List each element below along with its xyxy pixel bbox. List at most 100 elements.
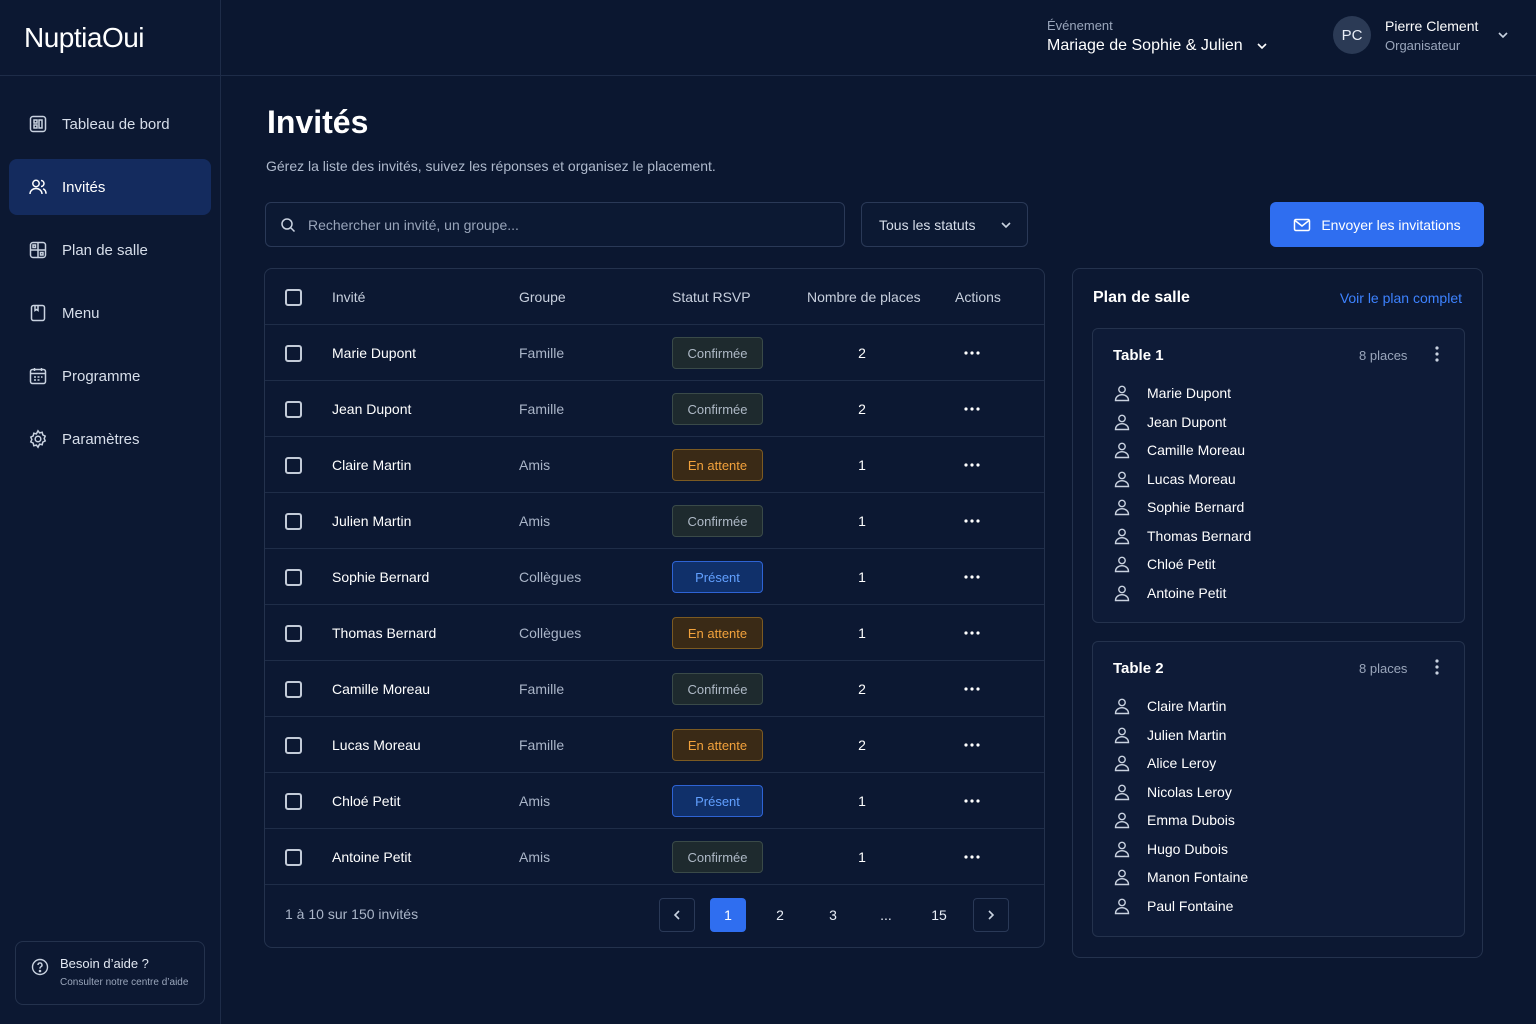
pagination-next-button[interactable] (973, 898, 1009, 932)
search-input[interactable] (308, 216, 808, 233)
rsvp-status-cell: Présent (672, 549, 763, 605)
seated-guest[interactable]: Sophie Bernard (1113, 493, 1244, 521)
table-row[interactable]: Claire Martin Amis En attente 1 (265, 437, 1044, 493)
seated-guest[interactable]: Claire Martin (1113, 692, 1226, 720)
seated-guest[interactable]: Camille Moreau (1113, 436, 1245, 464)
seating-table-card[interactable]: Table 2 8 places Claire Martin Julien Marti… (1092, 641, 1465, 937)
seated-guest[interactable]: Jean Dupont (1113, 408, 1226, 436)
row-actions-cell (955, 661, 987, 717)
seated-guest[interactable]: Nicolas Leroy (1113, 778, 1232, 806)
row-checkbox[interactable] (285, 848, 302, 866)
row-checkbox[interactable] (285, 736, 302, 754)
pagination-page-15[interactable]: 15 (921, 898, 957, 932)
header-places[interactable]: Nombre de places (807, 269, 921, 325)
table-row[interactable]: Jean Dupont Famille Confirmée 2 (265, 381, 1044, 437)
more-options-icon[interactable] (957, 351, 987, 355)
seated-guest[interactable]: Chloé Petit (1113, 550, 1215, 578)
header-checkbox-cell (285, 269, 303, 325)
pagination-page-1[interactable]: 1 (710, 898, 746, 932)
guest-places: 1 (858, 569, 866, 585)
more-options-icon[interactable] (957, 463, 987, 467)
sidebar-item-seating-plan[interactable]: Plan de salle (9, 222, 211, 278)
seated-guest[interactable]: Hugo Dubois (1113, 835, 1228, 863)
seated-guest[interactable]: Marie Dupont (1113, 379, 1231, 407)
table-row[interactable]: Marie Dupont Famille Confirmée 2 (265, 325, 1044, 381)
row-checkbox[interactable] (285, 512, 302, 530)
help-box[interactable]: Besoin d’aide ? Consulter notre centre d… (15, 941, 205, 1005)
page-title: Invités (267, 104, 369, 140)
table-row[interactable]: Chloé Petit Amis Présent 1 (265, 773, 1044, 829)
help-subtitle[interactable]: Consulter notre centre d’aide (60, 977, 204, 988)
table-row[interactable]: Lucas Moreau Famille En attente 2 (265, 717, 1044, 773)
more-options-icon[interactable] (957, 799, 987, 803)
row-checkbox[interactable] (285, 568, 302, 586)
seated-guest[interactable]: Alice Leroy (1113, 749, 1216, 777)
more-options-icon[interactable] (957, 407, 987, 411)
header-status[interactable]: Statut RSVP (672, 269, 751, 325)
seated-guest[interactable]: Antoine Petit (1113, 579, 1226, 607)
guest-group: Amis (519, 849, 551, 865)
table-row[interactable]: Antoine Petit Amis Confirmée 1 (265, 829, 1044, 885)
more-options-icon[interactable] (957, 575, 987, 579)
app-logo[interactable]: NuptiaOui (0, 0, 220, 76)
pagination-page-2[interactable]: 2 (762, 898, 798, 932)
table-row[interactable]: Thomas Bernard Collègues En attente 1 (265, 605, 1044, 661)
chevron-left-icon (673, 910, 680, 920)
seating-table-card[interactable]: Table 1 8 places Marie Dupont Jean Dupont Ca… (1092, 328, 1465, 623)
table-row[interactable]: Sophie Bernard Collègues Présent 1 (265, 549, 1044, 605)
sidebar-item-menu[interactable]: Menu (9, 285, 211, 341)
status-filter-select[interactable]: Tous les statuts (861, 202, 1028, 247)
seated-guest-name: Hugo Dubois (1147, 840, 1228, 857)
more-options-icon[interactable] (957, 687, 987, 691)
row-checkbox[interactable] (285, 456, 302, 474)
more-options-icon[interactable] (957, 855, 987, 859)
search-box[interactable] (265, 202, 845, 247)
row-checkbox[interactable] (285, 680, 302, 698)
row-checkbox[interactable] (285, 400, 302, 418)
header-group[interactable]: Groupe (519, 269, 566, 325)
sidebar: NuptiaOui Tableau de bord Invités Plan d… (0, 0, 221, 1024)
sidebar-item-settings[interactable]: Paramètres (9, 411, 211, 467)
user-role: Organisateur (1385, 37, 1461, 53)
view-full-plan-link[interactable]: Voir le plan complet (1340, 290, 1462, 306)
pagination-count: 1 à 10 sur 150 invités (285, 906, 419, 922)
row-checkbox[interactable] (285, 624, 302, 642)
seated-guest-name: Emma Dubois (1147, 812, 1235, 828)
select-all-checkbox[interactable] (285, 288, 302, 306)
chevron-down-icon (1255, 39, 1269, 53)
seating-plan-title: Plan de salle (1093, 289, 1190, 306)
seated-guest[interactable]: Thomas Bernard (1113, 522, 1251, 550)
row-checkbox[interactable] (285, 792, 302, 810)
seated-guest[interactable]: Manon Fontaine (1113, 863, 1248, 891)
sidebar-item-guests[interactable]: Invités (9, 159, 211, 215)
table-places: 8 places (1359, 661, 1408, 676)
table-row[interactable]: Camille Moreau Famille Confirmée 2 (265, 661, 1044, 717)
seated-guest[interactable]: Lucas Moreau (1113, 465, 1236, 493)
event-selector[interactable]: Événement Mariage de Sophie & Julien (1047, 18, 1269, 55)
sidebar-item-program[interactable]: Programme (9, 348, 211, 404)
more-options-icon[interactable] (957, 743, 987, 747)
send-invitations-button[interactable]: Envoyer les invitations (1270, 202, 1484, 247)
guest-places: 2 (858, 345, 866, 361)
table-footer: 1 à 10 sur 150 invités 1 2 3 ... 15 (265, 883, 1044, 947)
vertical-dots-icon[interactable] (1429, 659, 1445, 677)
seated-guest[interactable]: Julien Martin (1113, 721, 1226, 749)
user-menu[interactable]: PC Pierre Clement Organisateur (1333, 16, 1510, 54)
row-checkbox[interactable] (285, 344, 302, 362)
more-options-icon[interactable] (957, 519, 987, 523)
pagination-prev-button[interactable] (659, 898, 695, 932)
more-options-icon[interactable] (957, 631, 987, 635)
vertical-dots-icon[interactable] (1429, 346, 1445, 364)
sidebar-item-dashboard[interactable]: Tableau de bord (9, 96, 211, 152)
header-guest[interactable]: Invité (332, 269, 365, 325)
seated-guest[interactable]: Paul Fontaine (1113, 892, 1233, 920)
row-actions-cell (955, 437, 987, 493)
seated-guest[interactable]: Emma Dubois (1113, 806, 1235, 834)
pagination-page-3[interactable]: 3 (815, 898, 851, 932)
users-icon (28, 177, 48, 197)
row-actions-cell (955, 493, 987, 549)
event-name[interactable]: Mariage de Sophie & Julien (1047, 37, 1269, 55)
seated-guest-name: Paul Fontaine (1147, 897, 1234, 914)
table-row[interactable]: Julien Martin Amis Confirmée 1 (265, 493, 1044, 549)
status-badge: Confirmée (672, 841, 763, 873)
